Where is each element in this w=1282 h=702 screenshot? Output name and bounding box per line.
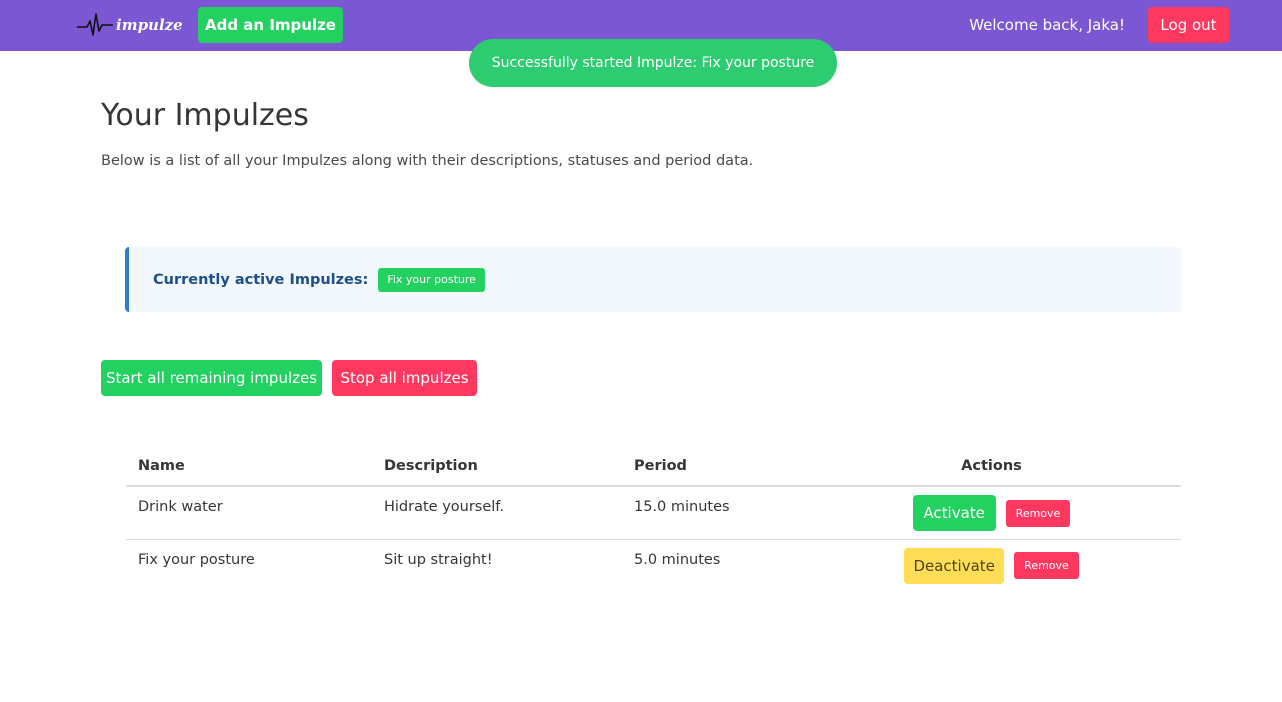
impulze-period: 15.0 minutes bbox=[622, 486, 802, 540]
welcome-message: Welcome back, Jaka! bbox=[969, 16, 1125, 34]
active-impulzes-notice: Currently active Impulzes: Fix your post… bbox=[125, 247, 1181, 312]
remove-button[interactable]: Remove bbox=[1014, 552, 1079, 579]
table-header-row: Name Description Period Actions bbox=[126, 446, 1181, 487]
impulze-description: Sit up straight! bbox=[384, 551, 493, 568]
table-row: Drink water Hidrate yourself. 15.0 minut… bbox=[126, 486, 1181, 540]
impulze-actions: Deactivate Remove bbox=[802, 539, 1181, 592]
column-header-actions: Actions bbox=[802, 446, 1181, 487]
active-impulze-tag: Fix your posture bbox=[378, 267, 485, 292]
impulze-name: Fix your posture bbox=[138, 551, 255, 568]
column-header-period: Period bbox=[622, 446, 802, 487]
page-subtitle: Below is a list of all your Impulzes alo… bbox=[101, 153, 754, 169]
impulzes-table: Name Description Period Actions Drink wa… bbox=[126, 446, 1181, 592]
pulse-icon bbox=[77, 13, 113, 36]
page-title: Your Impulzes bbox=[101, 98, 309, 133]
remove-button[interactable]: Remove bbox=[1005, 499, 1071, 527]
success-toast[interactable]: Successfully started Impulze: Fix your p… bbox=[469, 39, 837, 87]
logout-button[interactable]: Log out bbox=[1148, 7, 1229, 43]
brand-text: impulze bbox=[116, 16, 183, 34]
activate-button[interactable]: Activate bbox=[912, 495, 996, 531]
start-all-button[interactable]: Start all remaining impulzes bbox=[101, 360, 322, 396]
column-header-name: Name bbox=[126, 446, 372, 487]
impulze-name: Drink water bbox=[126, 486, 372, 540]
deactivate-button[interactable]: Deactivate bbox=[904, 547, 1005, 584]
add-impulze-button[interactable]: Add an Impulze bbox=[198, 7, 343, 43]
stop-all-button[interactable]: Stop all impulzes bbox=[332, 360, 477, 396]
active-impulzes-label: Currently active Impulzes: bbox=[153, 271, 369, 288]
table-row: Fix your posture Sit up straight! 5.0 mi… bbox=[126, 539, 1181, 592]
column-header-description: Description bbox=[372, 446, 622, 487]
impulze-description: Hidrate yourself. bbox=[372, 486, 622, 540]
impulze-actions: Activate Remove bbox=[802, 486, 1181, 540]
impulze-period: 5.0 minutes bbox=[634, 551, 721, 568]
brand-logo[interactable]: impulze bbox=[77, 10, 183, 40]
